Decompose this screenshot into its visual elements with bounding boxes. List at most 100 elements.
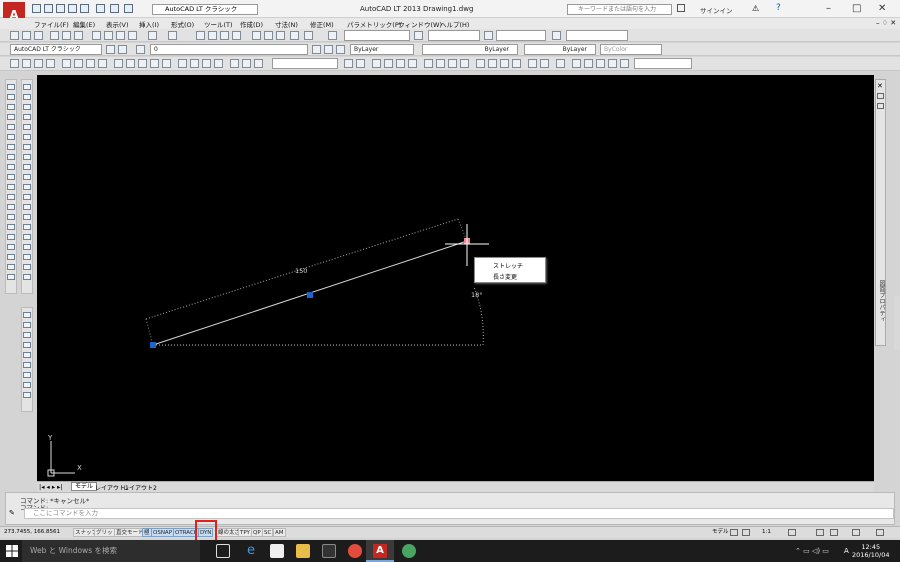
- save-as-icon[interactable]: [68, 4, 77, 13]
- trim-icon[interactable]: [23, 174, 31, 180]
- inspection-icon[interactable]: [202, 59, 211, 68]
- annotation-visibility-icon[interactable]: [788, 529, 796, 536]
- am-toggle[interactable]: AM: [273, 528, 286, 537]
- plotstyle-combo[interactable]: ByColor: [600, 44, 662, 55]
- table-icon[interactable]: [7, 254, 15, 260]
- point-icon[interactable]: [7, 214, 15, 220]
- osnap-endpoint-icon[interactable]: [424, 59, 433, 68]
- circle-icon[interactable]: [7, 144, 15, 150]
- xline-icon[interactable]: [356, 59, 365, 68]
- redo-icon[interactable]: [168, 31, 177, 40]
- sc-toggle[interactable]: SC: [262, 528, 274, 537]
- print-icon[interactable]: [50, 31, 59, 40]
- menu-dimension[interactable]: 寸法(N): [275, 19, 298, 29]
- xline-icon[interactable]: [7, 94, 15, 100]
- linetype-combo[interactable]: ByLayer: [422, 44, 518, 55]
- model-space-label[interactable]: モデル: [712, 528, 729, 537]
- mirror-icon[interactable]: [23, 104, 31, 110]
- pan-icon[interactable]: [196, 31, 205, 40]
- open-icon[interactable]: [44, 4, 53, 13]
- clip-icon[interactable]: [608, 59, 617, 68]
- ellipse-icon[interactable]: [7, 174, 15, 180]
- jogged-linear-icon[interactable]: [214, 59, 223, 68]
- text-icon[interactable]: [23, 274, 31, 280]
- baseline-dim-icon[interactable]: [126, 59, 135, 68]
- table-style-icon[interactable]: [484, 31, 493, 40]
- polygon-icon[interactable]: [384, 59, 393, 68]
- rectangle-icon[interactable]: [396, 59, 405, 68]
- menu-item-lengthen[interactable]: 長さ変更: [493, 272, 517, 281]
- menu-edit[interactable]: 編集(E): [73, 19, 95, 29]
- tool-palettes-icon[interactable]: [276, 31, 285, 40]
- menu-modify[interactable]: 修正(M): [310, 19, 334, 29]
- join-icon[interactable]: [23, 214, 31, 220]
- wrench-icon[interactable]: ✎: [9, 509, 15, 517]
- rectangle-icon[interactable]: [7, 124, 15, 130]
- arc-icon[interactable]: [408, 59, 417, 68]
- properties-icon[interactable]: [23, 264, 31, 270]
- osnap-center-icon[interactable]: [460, 59, 469, 68]
- osnap-midpoint-icon[interactable]: [436, 59, 445, 68]
- spell-check-icon[interactable]: [23, 352, 31, 358]
- array-icon[interactable]: [23, 124, 31, 130]
- print-icon[interactable]: [96, 4, 105, 13]
- angular-dim-icon[interactable]: [98, 59, 107, 68]
- layer-combo[interactable]: 0: [150, 44, 308, 55]
- chrome-icon[interactable]: [348, 544, 362, 558]
- quick-view-layouts-icon[interactable]: [730, 529, 738, 536]
- text-style-combo[interactable]: [344, 30, 410, 41]
- exchange-icon[interactable]: ⚠: [752, 4, 759, 13]
- dim-edit-icon[interactable]: [230, 59, 239, 68]
- dim-update-icon[interactable]: [254, 59, 263, 68]
- calculator-icon[interactable]: [304, 31, 313, 40]
- dim-style-combo[interactable]: [428, 30, 480, 41]
- menu-format[interactable]: 形式(O): [171, 19, 194, 29]
- zoom-previous-icon[interactable]: [232, 31, 241, 40]
- linear-dim-icon[interactable]: [10, 59, 19, 68]
- arc-icon[interactable]: [7, 134, 15, 140]
- menu-parametric[interactable]: パラメトリック(P): [347, 19, 401, 29]
- tab-nav-arrows[interactable]: |◂ ◂ ▸ ▸|: [39, 483, 63, 491]
- menu-insert[interactable]: 挿入(I): [139, 19, 159, 29]
- ordinate-dim-icon[interactable]: [46, 59, 55, 68]
- osnap-nearest-icon[interactable]: [528, 59, 537, 68]
- publish-icon[interactable]: [74, 31, 83, 40]
- osnap-none-icon[interactable]: [540, 59, 549, 68]
- media-icon[interactable]: [322, 544, 336, 558]
- scale-icon[interactable]: [23, 154, 31, 160]
- grip-start[interactable]: [150, 342, 156, 348]
- polyline-icon[interactable]: [7, 104, 15, 110]
- copy-icon[interactable]: [23, 94, 31, 100]
- autohide-icon[interactable]: [877, 93, 884, 99]
- tab-model[interactable]: モデル: [71, 482, 98, 491]
- clock[interactable]: 12:45 2016/10/04: [852, 543, 889, 559]
- close-icon[interactable]: ✕: [877, 82, 883, 90]
- isolate-objects-icon[interactable]: [852, 529, 860, 536]
- undo-icon[interactable]: [148, 31, 157, 40]
- osnap-insert-icon[interactable]: [500, 59, 509, 68]
- windows-start-icon[interactable]: [5, 544, 19, 558]
- line-icon[interactable]: [344, 59, 353, 68]
- search-input[interactable]: キーワードまたは語句を入力: [567, 4, 672, 15]
- make-block-icon[interactable]: [7, 204, 15, 210]
- polygon-icon[interactable]: [7, 114, 15, 120]
- zoom-window-icon[interactable]: [220, 31, 229, 40]
- edge-icon[interactable]: e: [244, 544, 258, 558]
- chamfer-icon[interactable]: [23, 224, 31, 230]
- menu-window[interactable]: ウィンドウ(W): [398, 19, 442, 29]
- multileader-style-icon[interactable]: [552, 31, 561, 40]
- tpy-toggle[interactable]: TPY: [238, 528, 252, 537]
- ellipse-arc-icon[interactable]: [7, 184, 15, 190]
- ime-indicator[interactable]: A: [844, 547, 849, 555]
- mleader-style-combo[interactable]: [566, 30, 628, 41]
- text-style-icon[interactable]: [23, 362, 31, 368]
- menu-file[interactable]: ファイル(F): [34, 19, 69, 29]
- layer-icon[interactable]: [118, 45, 127, 54]
- rotate-icon[interactable]: [23, 144, 31, 150]
- dim-text-edit-icon[interactable]: [242, 59, 251, 68]
- justify-text-icon[interactable]: [23, 382, 31, 388]
- open-icon[interactable]: [22, 31, 31, 40]
- store-icon[interactable]: [270, 544, 284, 558]
- osnap-intersection-icon[interactable]: [448, 59, 457, 68]
- center-mark-icon[interactable]: [190, 59, 199, 68]
